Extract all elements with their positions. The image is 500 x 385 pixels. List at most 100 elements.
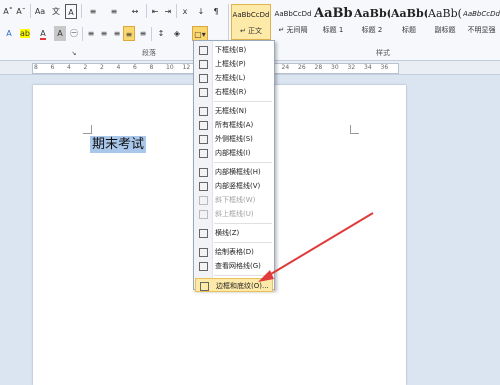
sort-button[interactable]: ↓ [195,4,207,19]
style-subtitle[interactable]: AaBb( 副标题 [428,4,462,40]
chinese-layout-button[interactable]: ⅹ [178,4,192,19]
border-menu-item-label: 外侧框线(S) [215,135,253,143]
chinese-layout-label: ⅹ [182,7,188,16]
enclosed-char-button[interactable]: ㊀ [68,26,80,41]
menu-separator [214,275,272,276]
decrease-indent-button[interactable]: ⇤ [149,4,161,19]
font-shrink-label: A˘ [16,7,26,16]
border-menu-item[interactable]: 上框线(P) [195,57,273,71]
border-menu-item[interactable]: 所有框线(A) [195,118,273,132]
border-style-icon [199,46,208,55]
border-menu: 下框线(B) 上框线(P) 左框线(L) 右框线(R) 无框线(N) 所有框线(A) 外侧框… [193,40,275,292]
border-menu-item[interactable]: 内部竖框线(V) [195,179,273,193]
style-name: 标题 2 [361,26,383,34]
char-border-label: A [68,8,74,17]
style-no-spacing[interactable]: AaBbCcDd ↵ 无间隔 [273,4,313,40]
border-menu-item-label: 斜上框线(U) [215,210,254,218]
highlight-color-button[interactable]: ab [18,26,32,41]
style-subtle-emphasis[interactable]: AaBbCcDd 不明显强 [463,4,500,40]
style-normal[interactable]: AaBbCcDd ↵ 正文 [231,4,271,40]
ruler-number: 2 [83,64,88,71]
border-dropdown-button[interactable]: ▢▾ [192,26,208,41]
ruler-number: 34 [364,64,372,71]
justify-button[interactable]: ≡ [123,26,135,41]
char-border-button[interactable]: A [65,4,77,19]
border-menu-item[interactable]: 内部横框线(H) [195,165,273,179]
border-menu-item-label: 右框线(R) [215,88,247,96]
style-title[interactable]: AaBb( 标题 [391,4,427,40]
style-name: 标题 [402,26,416,34]
font-color-button[interactable]: A [36,26,50,41]
change-case-button[interactable]: Aa [33,4,47,19]
char-shading-button[interactable]: A [54,26,66,41]
ruler-number: 4 [67,64,71,71]
border-menu-item-label: 内部竖框线(V) [215,182,261,190]
border-menu-item-label: 斜下框线(W) [215,196,256,204]
border-menu-item[interactable]: 横线(Z) [195,226,273,240]
align-left-button[interactable]: ≡ [85,26,97,41]
phonetic-guide-button[interactable]: 文 [49,4,63,19]
distribute-button[interactable]: ≡ [137,26,149,41]
separator [82,27,83,41]
separator [176,4,177,18]
border-style-icon [199,182,208,191]
increase-indent-label: ⇥ [164,7,172,16]
border-style-icon [199,60,208,69]
text-effect-button[interactable]: A [2,26,16,41]
border-menu-item[interactable]: 边框和底纹(O)... [195,278,273,292]
line-spacing-button[interactable]: ↕ [154,26,168,41]
separator [151,27,152,41]
margin-corner-mark [350,125,359,134]
bullets-button[interactable]: ≡ [85,4,101,19]
ruler-number: 4 [116,64,121,71]
shading-button[interactable]: ◈ [170,26,184,41]
ruler-number: 8 [149,64,154,71]
border-menu-item[interactable]: 外侧框线(S) [195,132,273,146]
align-center-button[interactable]: ≡ [98,26,110,41]
border-menu-item-label: 上框线(P) [215,60,246,68]
border-menu-item[interactable]: 查看网格线(G) [195,259,273,273]
font-grow-button[interactable]: A˚ [2,4,14,19]
menu-separator [214,162,272,163]
separator [146,4,147,18]
selected-text[interactable]: 期末考试 [90,136,147,153]
border-style-icon [199,229,208,238]
multilevel-list-button[interactable]: ↔ [127,4,143,19]
border-menu-item[interactable]: 内部框线(I) [195,146,273,160]
border-menu-item[interactable]: 右框线(R) [195,85,273,99]
ruler-number: 36 [380,64,389,71]
border-menu-item-label: 查看网格线(G) [215,262,261,270]
show-marks-label: ¶ [213,7,219,16]
font-shrink-button[interactable]: A˘ [15,4,27,19]
sort-label: ↓ [197,7,205,16]
ruler-number: 12 [182,64,191,71]
border-menu-item[interactable]: 下框线(B) [195,43,273,57]
border-menu-item-label: 所有框线(A) [215,121,254,129]
border-menu-item[interactable]: 左框线(L) [195,71,273,85]
border-menu-item-label: 边框和底纹(O)... [216,282,269,290]
border-style-icon [199,107,208,116]
numbering-button[interactable]: ≡ [106,4,122,19]
border-menu-item-label: 内部横框线(H) [215,168,261,176]
border-menu-item-label: 绘制表格(D) [215,248,254,256]
style-heading-1[interactable]: AaBb 标题 1 [314,4,352,40]
style-heading-2[interactable]: AaBb( 标题 2 [354,4,390,40]
font-dialog-launcher-icon[interactable]: ↘ [70,46,78,61]
align-right-button[interactable]: ≡ [111,26,123,41]
border-style-icon [199,168,208,177]
border-menu-item-label: 左框线(L) [215,74,246,82]
ruler-number: 6 [50,64,55,71]
border-menu-item[interactable]: 无框线(N) [195,104,273,118]
style-sample: AaBb [314,6,352,21]
increase-indent-button[interactable]: ⇥ [162,4,174,19]
border-style-icon [199,135,208,144]
menu-separator [214,101,272,102]
border-style-icon [199,88,208,97]
border-menu-item[interactable]: 绘制表格(D) [195,245,273,259]
numbering-label: ≡ [110,7,118,16]
separator [30,4,31,18]
style-name: 标题 1 [322,26,344,34]
style-sample: AaBbCcDd [463,10,500,18]
show-marks-button[interactable]: ¶ [210,4,222,19]
multilevel-list-label: ↔ [131,7,139,16]
